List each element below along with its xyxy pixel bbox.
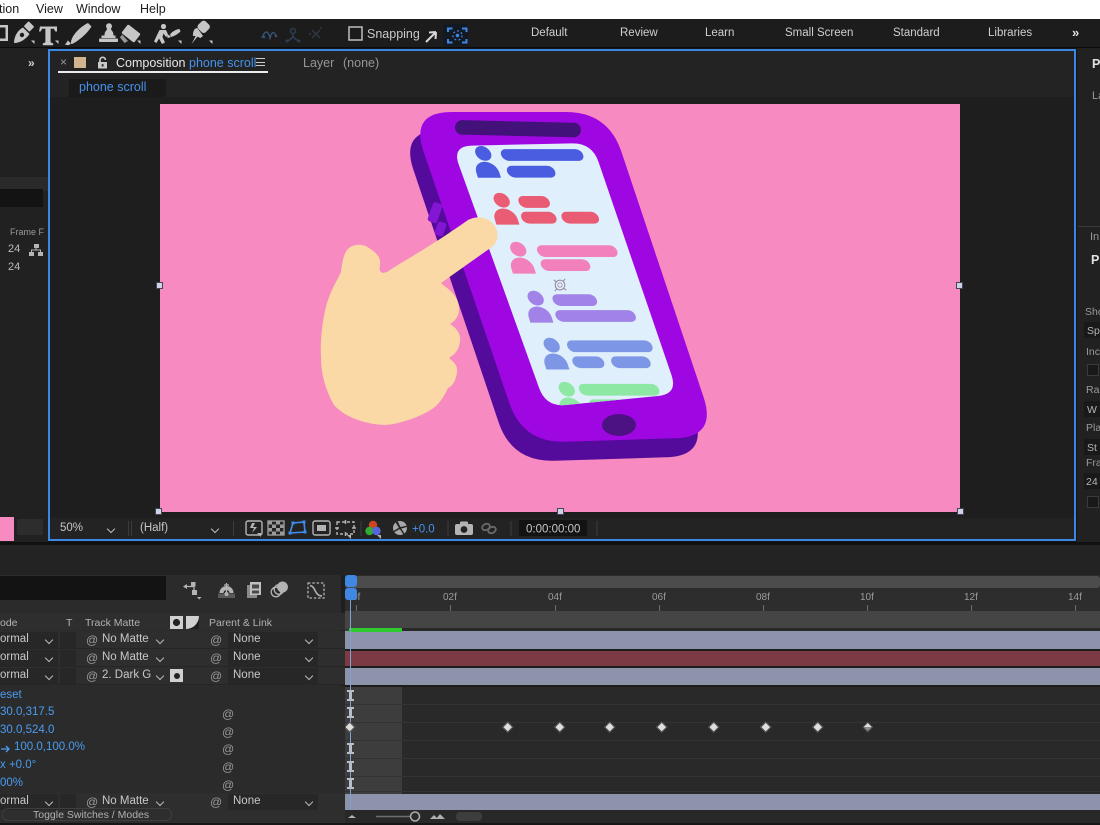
svg-text:+0.0: +0.0	[412, 524, 435, 536]
svg-text:Snapping: Snapping	[367, 27, 420, 41]
svg-text:0:00:00:00: 0:00:00:00	[526, 524, 580, 536]
